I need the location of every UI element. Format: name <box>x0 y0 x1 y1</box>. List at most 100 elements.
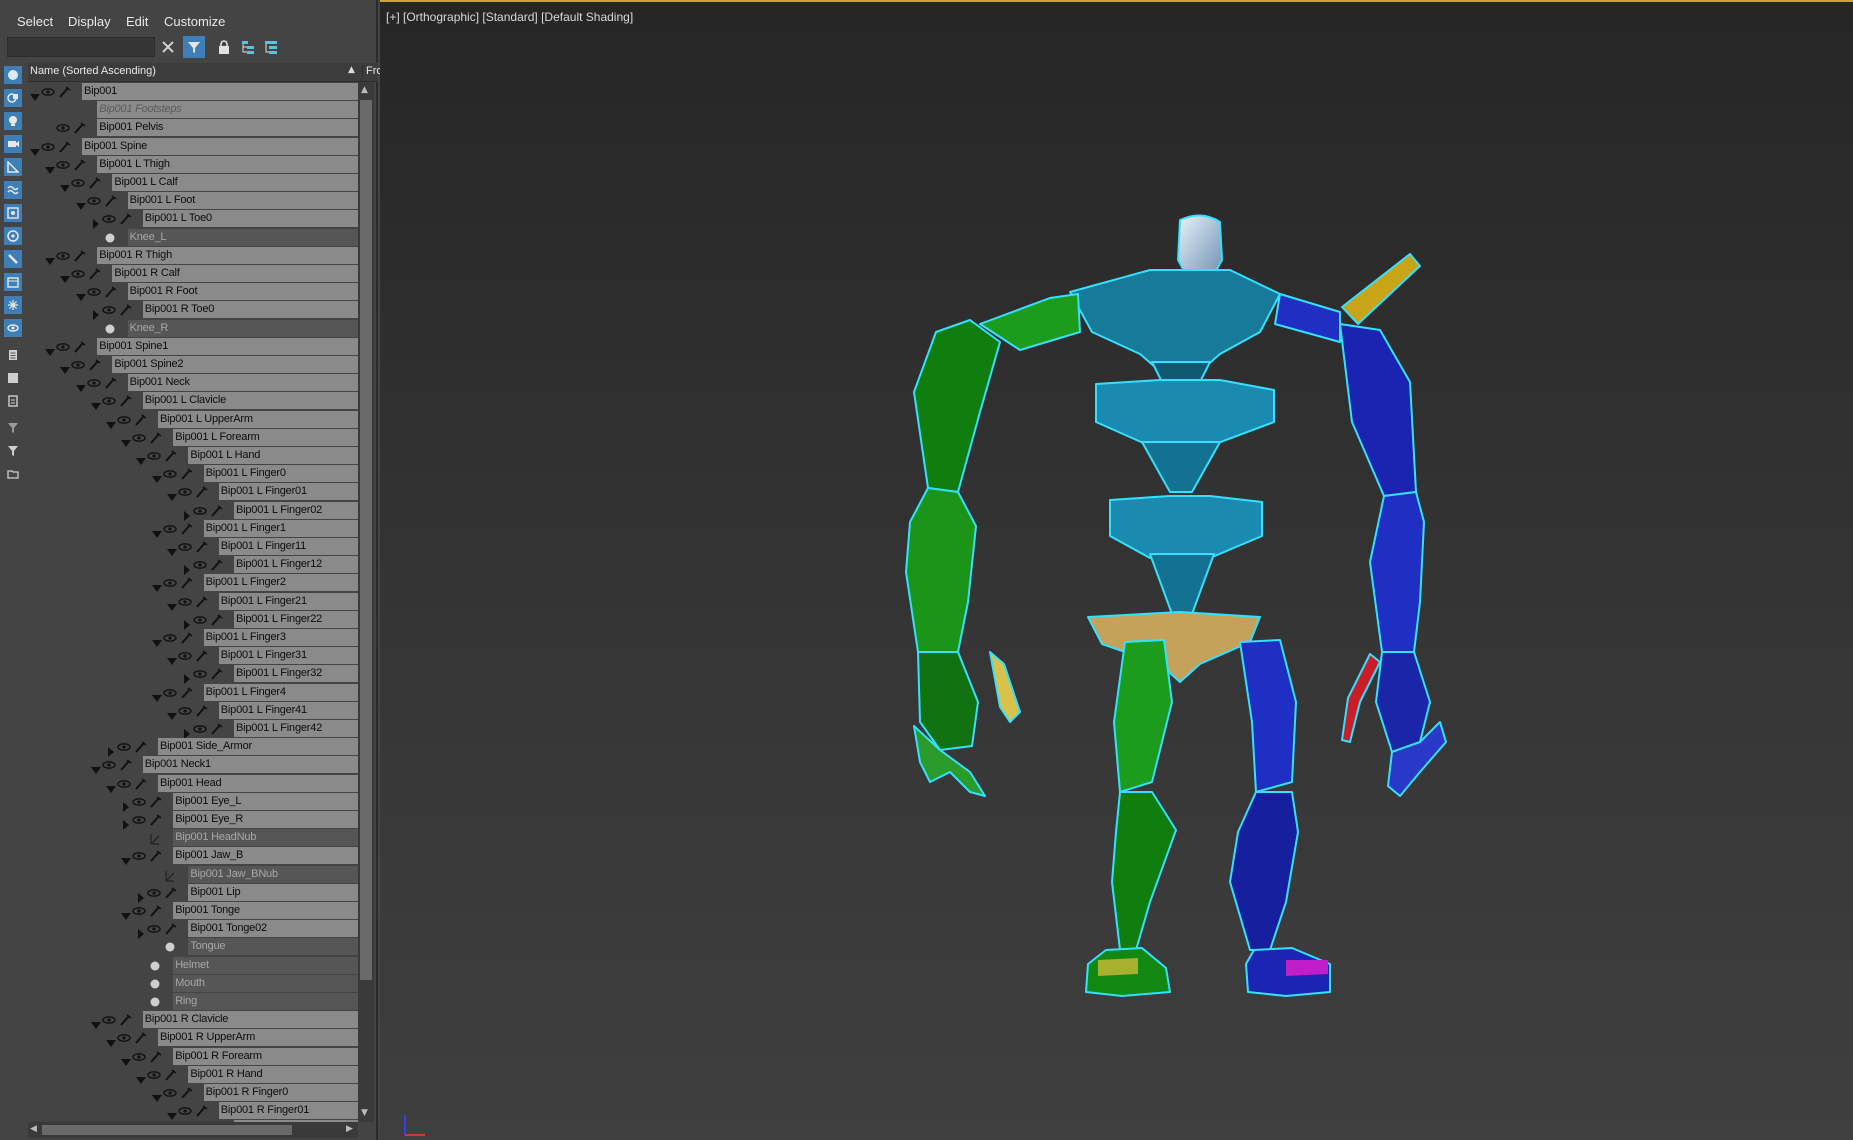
tree-row[interactable]: Bip001 L Thigh <box>28 155 358 174</box>
collapse-arrow-icon[interactable] <box>45 251 56 265</box>
collapse-arrow-icon[interactable] <box>166 487 177 502</box>
tree-row[interactable]: Bip001 Jaw_BNub <box>28 865 358 883</box>
visibility-eye-icon[interactable] <box>147 1067 162 1081</box>
visibility-eye-icon[interactable] <box>178 594 192 608</box>
collapse-arrow-icon[interactable] <box>75 196 86 211</box>
horizontal-scrollbar[interactable]: ◀ ▶ <box>28 1122 358 1138</box>
collapse-arrow-icon[interactable] <box>90 760 101 775</box>
visibility-eye-icon[interactable] <box>193 557 207 571</box>
collapse-arrow-icon[interactable] <box>90 396 101 411</box>
collapse-arrow-icon[interactable] <box>121 433 132 447</box>
visibility-eye-icon[interactable] <box>102 1012 116 1026</box>
expand-arrow-icon[interactable] <box>182 615 192 630</box>
visibility-eye-icon[interactable] <box>86 193 101 207</box>
tree-row[interactable]: Bip001 L Finger02 <box>28 501 358 521</box>
visibility-eye-icon[interactable] <box>178 484 192 498</box>
filter-cameras-button[interactable] <box>4 135 22 153</box>
visibility-eye-icon[interactable] <box>41 139 55 153</box>
display-list-button[interactable] <box>4 346 22 364</box>
collapse-arrow-icon[interactable] <box>45 160 56 174</box>
collapse-arrow-icon[interactable] <box>60 178 71 192</box>
tree-row[interactable]: Bip001 Eye_R <box>28 810 358 830</box>
visibility-eye-icon[interactable] <box>56 157 70 171</box>
tree-row[interactable]: Bip001 Neck1 <box>28 755 358 775</box>
collapse-arrow-icon[interactable] <box>45 342 56 356</box>
filter-particles-button[interactable] <box>4 296 22 314</box>
filter-settings-button[interactable] <box>4 419 22 437</box>
collapse-arrow-icon[interactable] <box>151 469 162 484</box>
collapse-arrow-icon[interactable] <box>121 1052 132 1066</box>
visibility-eye-icon[interactable] <box>162 521 177 535</box>
tree-row[interactable]: Mouth <box>28 974 358 992</box>
expand-arrow-icon[interactable] <box>136 888 146 903</box>
collapse-arrow-icon[interactable] <box>151 688 162 702</box>
visibility-eye-icon[interactable] <box>102 302 116 316</box>
menu-display[interactable]: Display <box>68 14 111 29</box>
visibility-eye-icon[interactable] <box>56 102 70 116</box>
collapse-arrow-icon[interactable] <box>166 706 177 720</box>
visibility-eye-icon[interactable] <box>71 175 86 189</box>
visibility-eye-icon[interactable] <box>132 903 146 917</box>
visibility-eye-icon[interactable] <box>162 466 177 480</box>
visibility-eye-icon[interactable] <box>162 685 177 699</box>
scroll-right-icon[interactable]: ▶ <box>346 1124 353 1134</box>
tree-row[interactable]: Bip001 Eye_L <box>28 792 358 812</box>
tree-row[interactable]: Bip001 L Finger12 <box>28 555 358 576</box>
collapse-arrow-icon[interactable] <box>151 524 162 538</box>
visibility-eye-icon[interactable] <box>147 921 162 935</box>
menu-edit[interactable]: Edit <box>126 14 148 29</box>
sort-ascending-icon[interactable]: ▲ <box>348 65 355 75</box>
tree-row[interactable]: Bip001 L UpperArm <box>28 410 358 429</box>
tree-row[interactable]: Bip001 Tonge02 <box>28 919 358 940</box>
visibility-eye-icon[interactable] <box>132 794 146 808</box>
visibility-eye-icon[interactable] <box>41 84 55 98</box>
filter-groups-button[interactable] <box>4 204 22 222</box>
expand-arrow-icon[interactable] <box>121 797 131 812</box>
visibility-eye-icon[interactable] <box>132 430 146 444</box>
filter-xrefs-button[interactable] <box>4 227 22 245</box>
filter-shapes-button[interactable] <box>4 89 22 107</box>
tree-row[interactable]: Bip001 L Finger4 <box>28 683 358 702</box>
visibility-eye-icon[interactable] <box>132 1049 146 1063</box>
visibility-eye-icon[interactable] <box>132 812 146 826</box>
visibility-eye-icon[interactable] <box>132 848 146 862</box>
tree-row[interactable]: Bip001 L Finger11 <box>28 537 358 556</box>
expand-arrow-icon[interactable] <box>182 506 192 521</box>
expand-arrow-icon[interactable] <box>182 669 192 685</box>
visibility-eye-icon[interactable] <box>102 757 116 771</box>
tree-row[interactable]: Bip001 Jaw_B <box>28 846 358 866</box>
visibility-eye-icon[interactable] <box>193 721 207 735</box>
tree-row[interactable]: Bip001 L Foot <box>28 191 358 211</box>
viewport-orthographic[interactable]: [+] [Orthographic] [Standard] [Default S… <box>380 0 1853 1140</box>
tree-row[interactable]: Helmet <box>28 956 358 974</box>
collapse-arrow-icon[interactable] <box>136 451 147 465</box>
collapse-arrow-icon[interactable] <box>30 142 40 156</box>
tree-row[interactable]: Ring <box>28 992 358 1010</box>
tree-row[interactable]: Bip001 R Hand <box>28 1065 358 1084</box>
tree-row[interactable]: Bip001 Side_Armor <box>28 737 358 758</box>
visibility-eye-icon[interactable] <box>193 666 207 680</box>
expand-arrow-icon[interactable] <box>182 724 192 739</box>
display-all-button[interactable] <box>4 369 22 387</box>
tree-row[interactable]: Knee_L <box>28 228 358 246</box>
display-none-button[interactable] <box>4 392 22 410</box>
clear-search-button[interactable] <box>157 36 179 58</box>
menu-select[interactable]: Select <box>17 14 53 29</box>
vertical-scroll-thumb[interactable] <box>360 100 372 980</box>
collapse-arrow-icon[interactable] <box>166 651 177 666</box>
filter-toggle-button[interactable] <box>183 36 205 58</box>
collapse-arrow-icon[interactable] <box>75 378 86 393</box>
tree-row[interactable]: Bip001 Spine2 <box>28 355 358 374</box>
collapse-arrow-icon[interactable] <box>166 1106 177 1121</box>
collapse-arrow-icon[interactable] <box>75 287 86 302</box>
tree-row[interactable]: Bip001 L Finger3 <box>28 628 358 647</box>
visibility-eye-icon[interactable] <box>56 120 70 134</box>
visibility-eye-icon[interactable] <box>178 648 192 662</box>
biped-character-model[interactable] <box>380 2 1853 1140</box>
visibility-eye-icon[interactable] <box>162 575 177 589</box>
visibility-eye-icon[interactable] <box>147 448 162 462</box>
tree-row[interactable]: Bip001 L Finger41 <box>28 701 358 720</box>
expand-arrow-icon[interactable] <box>91 214 101 230</box>
tree-row[interactable]: Bip001 R Foot <box>28 282 358 302</box>
filter-bones-button[interactable] <box>4 250 22 268</box>
